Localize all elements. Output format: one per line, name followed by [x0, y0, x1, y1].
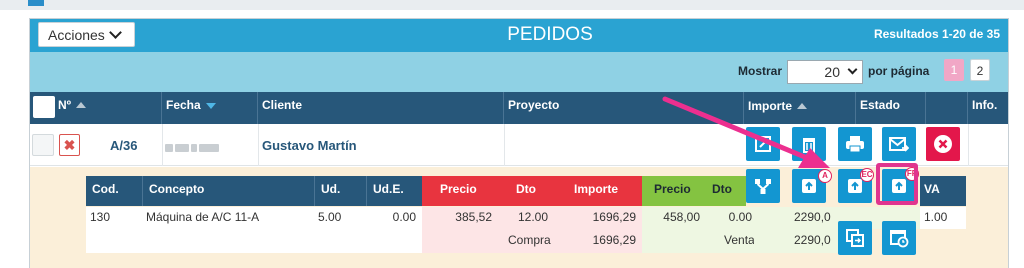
arrow-shaft [662, 96, 815, 163]
annotation-arrow [662, 96, 830, 168]
